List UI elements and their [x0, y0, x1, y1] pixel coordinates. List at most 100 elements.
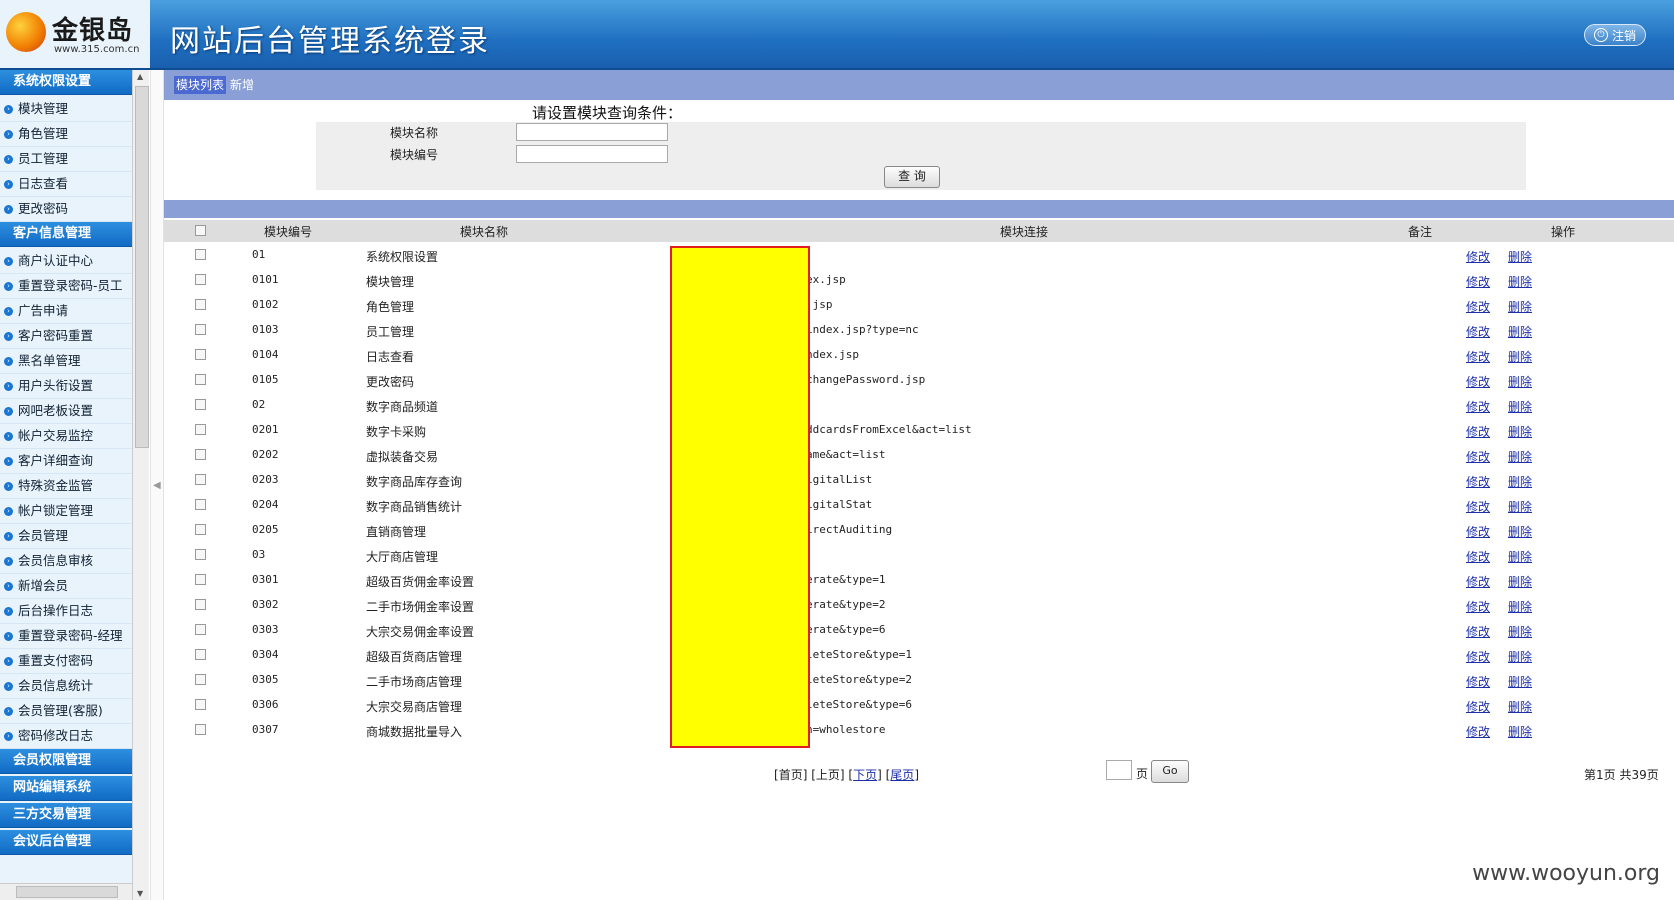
delete-link[interactable]: 删除 [1508, 698, 1532, 715]
row-checkbox[interactable] [195, 674, 206, 685]
scrollbar-thumb[interactable] [16, 886, 118, 898]
sidebar-group-meeting-admin[interactable]: 会议后台管理 [0, 830, 132, 855]
edit-link[interactable]: 修改 [1466, 498, 1490, 515]
sidebar-item[interactable]: › 帐户交易监控 [0, 424, 132, 449]
sidebar-item[interactable]: › 客户详细查询 [0, 449, 132, 474]
row-checkbox[interactable] [195, 374, 206, 385]
row-checkbox[interactable] [195, 324, 206, 335]
query-button[interactable]: 查 询 [884, 166, 940, 188]
row-checkbox[interactable] [195, 599, 206, 610]
scrollbar-thumb[interactable] [135, 86, 149, 448]
page-number-input[interactable] [1106, 760, 1132, 780]
sidebar-item[interactable]: › 黑名单管理 [0, 349, 132, 374]
edit-link[interactable]: 修改 [1466, 573, 1490, 590]
scroll-down-icon[interactable]: ▼ [137, 889, 143, 898]
pager-first[interactable]: 首页 [779, 768, 803, 782]
delete-link[interactable]: 删除 [1508, 673, 1532, 690]
sidebar-item[interactable]: › 密码修改日志 [0, 724, 132, 749]
edit-link[interactable]: 修改 [1466, 673, 1490, 690]
delete-link[interactable]: 删除 [1508, 273, 1532, 290]
sidebar-item[interactable]: › 特殊资金监管 [0, 474, 132, 499]
row-checkbox[interactable] [195, 549, 206, 560]
sidebar-item[interactable]: › 重置支付密码 [0, 649, 132, 674]
edit-link[interactable]: 修改 [1466, 623, 1490, 640]
sidebar-item[interactable]: › 日志查看 [0, 172, 132, 197]
sidebar-group-third-party-trade[interactable]: 三方交易管理 [0, 803, 132, 828]
sidebar-group-system[interactable]: 系统权限设置 [0, 70, 132, 95]
edit-link[interactable]: 修改 [1466, 298, 1490, 315]
sidebar-item[interactable]: › 网吧老板设置 [0, 399, 132, 424]
sidebar-item[interactable]: › 广告申请 [0, 299, 132, 324]
edit-link[interactable]: 修改 [1466, 448, 1490, 465]
sidebar-item[interactable]: › 会员管理(客服) [0, 699, 132, 724]
sidebar-group-member-permission[interactable]: 会员权限管理 [0, 749, 132, 774]
sidebar-item[interactable]: › 用户头衔设置 [0, 374, 132, 399]
module-code-input[interactable] [516, 145, 668, 163]
tab-module-list[interactable]: 模块列表 [174, 76, 227, 94]
delete-link[interactable]: 删除 [1508, 548, 1532, 565]
sidebar-item[interactable]: › 模块管理 [0, 97, 132, 122]
frame-splitter[interactable]: ◀ [150, 70, 164, 900]
delete-link[interactable]: 删除 [1508, 598, 1532, 615]
sidebar-item[interactable]: › 会员信息审核 [0, 549, 132, 574]
row-checkbox[interactable] [195, 449, 206, 460]
row-checkbox[interactable] [195, 349, 206, 360]
scroll-up-icon[interactable]: ▲ [137, 72, 143, 81]
delete-link[interactable]: 删除 [1508, 298, 1532, 315]
sidebar-item[interactable]: › 帐户锁定管理 [0, 499, 132, 524]
pager-last[interactable]: 尾页 [890, 768, 914, 782]
delete-link[interactable]: 删除 [1508, 423, 1532, 440]
sidebar-item[interactable]: › 重置登录密码-员工 [0, 274, 132, 299]
row-checkbox[interactable] [195, 399, 206, 410]
edit-link[interactable]: 修改 [1466, 398, 1490, 415]
sidebar-item[interactable]: › 会员信息统计 [0, 674, 132, 699]
row-checkbox[interactable] [195, 624, 206, 635]
delete-link[interactable]: 删除 [1508, 498, 1532, 515]
sidebar-horizontal-scrollbar[interactable] [0, 883, 132, 900]
edit-link[interactable]: 修改 [1466, 548, 1490, 565]
edit-link[interactable]: 修改 [1466, 648, 1490, 665]
row-checkbox[interactable] [195, 524, 206, 535]
edit-link[interactable]: 修改 [1466, 373, 1490, 390]
row-checkbox[interactable] [195, 274, 206, 285]
sidebar-group-customer[interactable]: 客户信息管理 [0, 222, 132, 247]
delete-link[interactable]: 删除 [1508, 623, 1532, 640]
row-checkbox[interactable] [195, 724, 206, 735]
row-checkbox[interactable] [195, 299, 206, 310]
delete-link[interactable]: 删除 [1508, 348, 1532, 365]
edit-link[interactable]: 修改 [1466, 348, 1490, 365]
module-name-input[interactable] [516, 123, 668, 141]
sidebar-item[interactable]: › 角色管理 [0, 122, 132, 147]
row-checkbox[interactable] [195, 699, 206, 710]
row-checkbox[interactable] [195, 249, 206, 260]
delete-link[interactable]: 删除 [1508, 723, 1532, 740]
pager-prev[interactable]: 上页 [816, 768, 840, 782]
delete-link[interactable]: 删除 [1508, 323, 1532, 340]
delete-link[interactable]: 删除 [1508, 448, 1532, 465]
edit-link[interactable]: 修改 [1466, 598, 1490, 615]
sidebar-item[interactable]: › 重置登录密码-经理 [0, 624, 132, 649]
row-checkbox[interactable] [195, 474, 206, 485]
delete-link[interactable]: 删除 [1508, 573, 1532, 590]
collapse-arrow-icon[interactable]: ◀ [153, 480, 161, 491]
sidebar-item[interactable]: › 会员管理 [0, 524, 132, 549]
edit-link[interactable]: 修改 [1466, 273, 1490, 290]
delete-link[interactable]: 删除 [1508, 248, 1532, 265]
row-checkbox[interactable] [195, 649, 206, 660]
edit-link[interactable]: 修改 [1466, 523, 1490, 540]
edit-link[interactable]: 修改 [1466, 248, 1490, 265]
edit-link[interactable]: 修改 [1466, 423, 1490, 440]
edit-link[interactable]: 修改 [1466, 698, 1490, 715]
sidebar-item[interactable]: › 员工管理 [0, 147, 132, 172]
delete-link[interactable]: 删除 [1508, 648, 1532, 665]
edit-link[interactable]: 修改 [1466, 323, 1490, 340]
select-all-checkbox[interactable] [195, 225, 206, 236]
logout-button[interactable]: ⏻ 注销 [1584, 24, 1646, 46]
sidebar-item[interactable]: › 客户密码重置 [0, 324, 132, 349]
row-checkbox[interactable] [195, 424, 206, 435]
row-checkbox[interactable] [195, 499, 206, 510]
sidebar-group-site-editor[interactable]: 网站编辑系统 [0, 776, 132, 801]
edit-link[interactable]: 修改 [1466, 473, 1490, 490]
sidebar-vertical-scrollbar[interactable]: ▲ ▼ [132, 70, 149, 900]
sidebar-item[interactable]: › 新增会员 [0, 574, 132, 599]
